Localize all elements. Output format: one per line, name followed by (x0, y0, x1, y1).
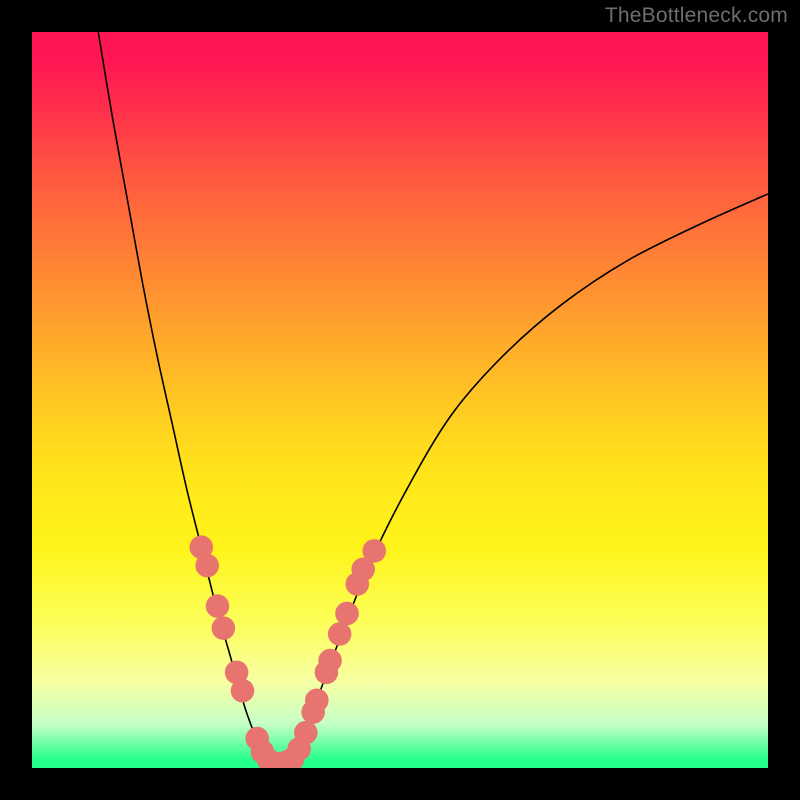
chart-svg (32, 32, 768, 768)
highlight-dot (318, 649, 342, 673)
curve-right (293, 194, 768, 759)
curve-left (98, 32, 266, 759)
highlight-dot (328, 622, 352, 646)
highlight-dots-group (190, 535, 387, 768)
highlight-dot (206, 594, 230, 618)
highlight-dot (335, 602, 359, 626)
highlight-dot (195, 554, 219, 578)
highlight-dot (212, 616, 236, 640)
highlight-dot (305, 689, 329, 713)
highlight-dot (362, 539, 386, 563)
chart-frame: TheBottleneck.com (0, 0, 800, 800)
highlight-dot (231, 679, 255, 703)
watermark-text: TheBottleneck.com (605, 4, 788, 28)
plot-area (32, 32, 768, 768)
highlight-dot (294, 721, 318, 745)
